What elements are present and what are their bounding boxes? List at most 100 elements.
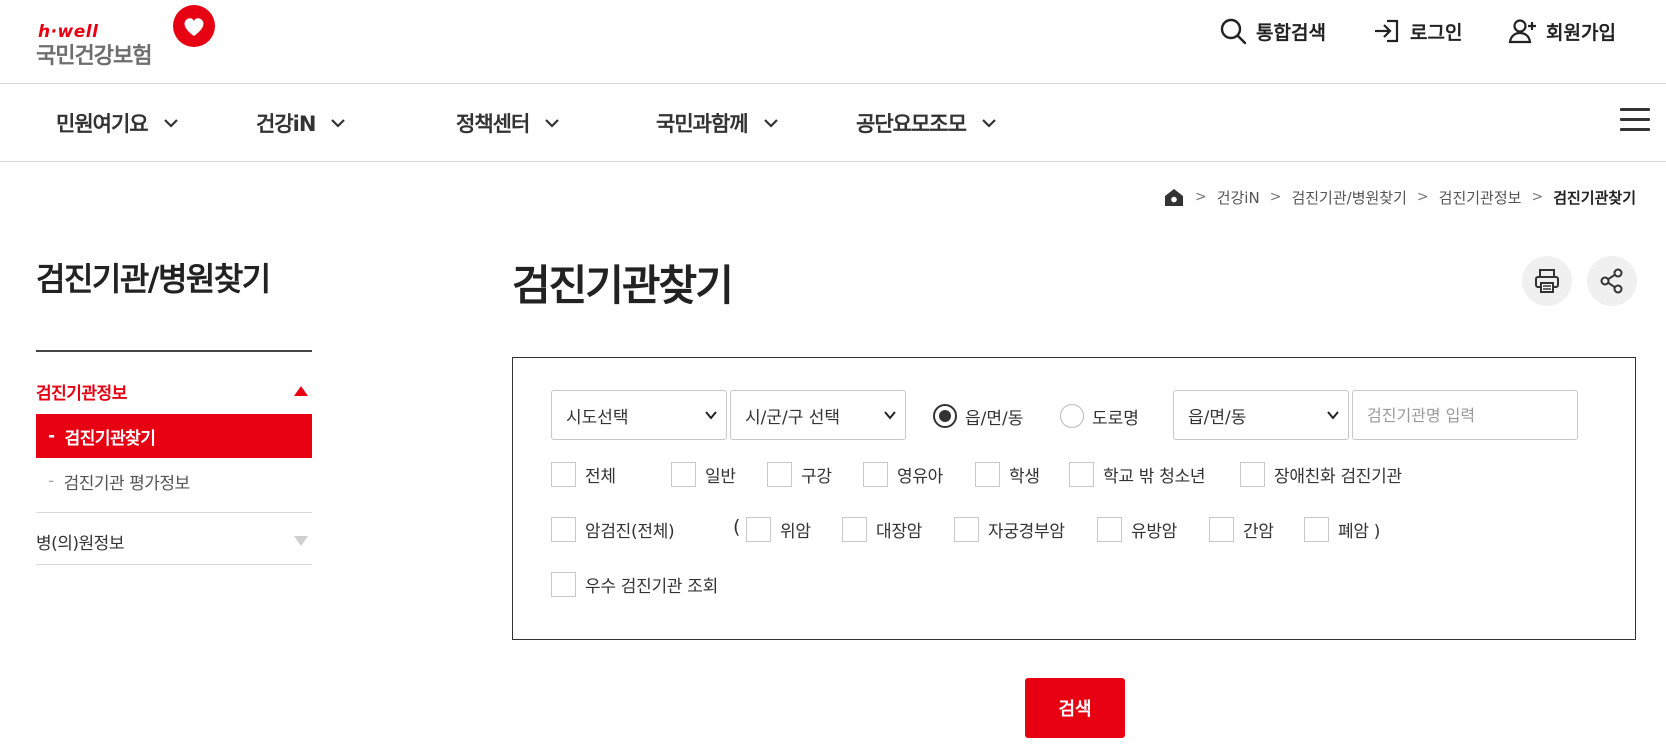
chevron-right-icon: > — [1194, 189, 1207, 205]
chevron-right-icon: > — [1531, 189, 1544, 205]
hamburger-menu-icon[interactable] — [1620, 108, 1650, 134]
checkbox-icon — [1240, 461, 1265, 487]
breadcrumb-item[interactable]: 검진기관/병원찾기 — [1291, 187, 1406, 208]
institution-name-input[interactable] — [1352, 390, 1578, 440]
radio-road-name[interactable]: 도로명 — [1060, 402, 1139, 430]
checkbox-label: 학생 — [1009, 466, 1040, 487]
checkbox-icon — [551, 516, 576, 542]
login-icon — [1375, 19, 1399, 43]
checkbox-label: 학교 밖 청소년 — [1103, 466, 1206, 487]
share-icon — [1600, 268, 1623, 294]
checkbox-label: 유방암 — [1131, 521, 1178, 542]
integrated-search-link[interactable]: 통합검색 — [1218, 14, 1326, 48]
breadcrumb-item[interactable]: 건강iN — [1217, 187, 1260, 208]
search-icon — [1220, 18, 1247, 45]
sido-select-value: 시도선택 — [566, 407, 629, 428]
breadcrumb-current: 검진기관찾기 — [1553, 188, 1636, 207]
sidebar-group-label: 검진기관정보 — [36, 383, 127, 404]
gnb-item-public[interactable]: 국민과함께 — [656, 106, 780, 140]
checkbox-icon — [863, 461, 888, 487]
search-form: 시도선택 시/군/구 선택 읍/면/동 도로명 읍/면/동 전체 일반 구강 영… — [512, 357, 1636, 640]
checkbox-icon — [671, 461, 696, 487]
checkbox-liver-cancer[interactable]: 간암 — [1209, 516, 1274, 542]
gnb-item-label: 민원여기요 — [56, 112, 149, 136]
checkbox-breast-cancer[interactable]: 유방암 — [1097, 516, 1177, 542]
checkbox-general[interactable]: 일반 — [671, 461, 736, 487]
sidebar-item-evaluation[interactable]: - 검진기관 평가정보 — [36, 466, 312, 496]
breadcrumb-item[interactable]: 검진기관정보 — [1439, 187, 1522, 208]
share-button[interactable] — [1587, 256, 1637, 306]
logo-name: 국민건강보험 — [36, 44, 152, 69]
checkbox-disability-friendly[interactable]: 장애친화 검진기관 — [1240, 461, 1402, 487]
sidebar-item-find-institution[interactable]: - 검진기관찾기 — [36, 414, 312, 458]
checkbox-cervical-cancer[interactable]: 자궁경부암 — [954, 516, 1065, 542]
checkbox-label: 폐암 ) — [1338, 521, 1381, 542]
sidebar-group-hospital[interactable]: 병(의)원정보 — [36, 526, 312, 556]
checkbox-student[interactable]: 학생 — [975, 461, 1040, 487]
checkbox-infant[interactable]: 영유아 — [863, 461, 943, 487]
chevron-right-icon: > — [1416, 189, 1429, 205]
checkbox-label: 대장암 — [876, 521, 923, 542]
checkbox-cancer-all[interactable]: 암검진(전체) — [551, 516, 675, 542]
checkbox-all[interactable]: 전체 — [551, 461, 616, 487]
gnb-item-label: 국민과함께 — [656, 112, 749, 136]
checkbox-lung-cancer[interactable]: 폐암 ) — [1304, 516, 1380, 542]
sidebar-title: 검진기관/병원찾기 — [36, 260, 271, 298]
open-paren: ( — [733, 516, 741, 538]
heart-icon — [173, 5, 215, 47]
integrated-search-label: 통합검색 — [1256, 21, 1326, 44]
sidebar-group-label: 병(의)원정보 — [36, 533, 124, 554]
gnb-item-label: 정책센터 — [456, 112, 530, 136]
checkbox-stomach-cancer[interactable]: 위암 — [746, 516, 811, 542]
checkbox-oral[interactable]: 구강 — [767, 461, 832, 487]
site-logo[interactable]: h·well 국민건강보험 — [36, 4, 216, 69]
checkbox-icon — [975, 461, 1000, 487]
chevron-down-icon — [763, 119, 778, 128]
emd-select[interactable]: 읍/면/동 — [1173, 390, 1349, 440]
caret-up-icon — [294, 386, 308, 396]
login-link[interactable]: 로그인 — [1372, 14, 1462, 48]
search-button[interactable]: 검색 — [1025, 678, 1125, 738]
sidebar-group-health-check[interactable]: 검진기관정보 — [36, 376, 312, 406]
join-label: 회원가입 — [1546, 21, 1616, 44]
sigungu-select[interactable]: 시/군/구 선택 — [730, 390, 906, 440]
sigungu-select-value: 시/군/구 선택 — [745, 407, 841, 428]
checkbox-out-of-school-youth[interactable]: 학교 밖 청소년 — [1069, 461, 1206, 487]
checkbox-icon — [842, 516, 867, 542]
checkbox-icon — [551, 461, 576, 487]
sido-select[interactable]: 시도선택 — [551, 390, 727, 440]
gnb-item-health[interactable]: 건강iN — [256, 106, 347, 140]
checkbox-icon — [746, 516, 771, 542]
checkbox-icon — [1069, 461, 1094, 487]
radio-checked-icon — [933, 404, 957, 428]
chevron-down-icon — [884, 411, 896, 420]
gnb-item-civil[interactable]: 민원여기요 — [56, 106, 180, 140]
chevron-down-icon — [705, 411, 717, 420]
print-button[interactable] — [1522, 256, 1572, 306]
checkbox-label: 구강 — [801, 466, 832, 487]
chevron-down-icon — [982, 119, 996, 128]
caret-down-icon — [294, 536, 308, 546]
join-link[interactable]: 회원가입 — [1508, 14, 1616, 48]
checkbox-icon — [551, 571, 576, 597]
sidebar-item-label: 검진기관 평가정보 — [63, 473, 191, 494]
breadcrumb: > 건강iN > 검진기관/병원찾기 > 검진기관정보 > 검진기관찾기 — [1163, 186, 1636, 208]
home-icon[interactable] — [1163, 186, 1185, 208]
radio-emd[interactable]: 읍/면/동 — [933, 402, 1023, 430]
emd-select-value: 읍/면/동 — [1188, 407, 1247, 428]
chevron-right-icon: > — [1269, 189, 1282, 205]
checkbox-label: 우수 검진기관 조회 — [585, 576, 718, 597]
gnb-item-policy[interactable]: 정책센터 — [456, 106, 561, 140]
checkbox-icon — [954, 516, 979, 542]
checkbox-label: 자궁경부암 — [988, 521, 1065, 542]
checkbox-colon-cancer[interactable]: 대장암 — [842, 516, 922, 542]
checkbox-excellent-institution[interactable]: 우수 검진기관 조회 — [551, 571, 718, 597]
checkbox-label: 장애친화 검진기관 — [1274, 466, 1402, 487]
radio-unchecked-icon — [1060, 404, 1084, 428]
gnb-item-about[interactable]: 공단요모조모 — [856, 106, 998, 140]
sidebar-separator — [36, 564, 312, 565]
checkbox-label: 일반 — [705, 466, 736, 487]
user-plus-icon — [1508, 19, 1536, 44]
checkbox-icon — [1209, 516, 1234, 542]
checkbox-label: 간암 — [1243, 521, 1274, 542]
